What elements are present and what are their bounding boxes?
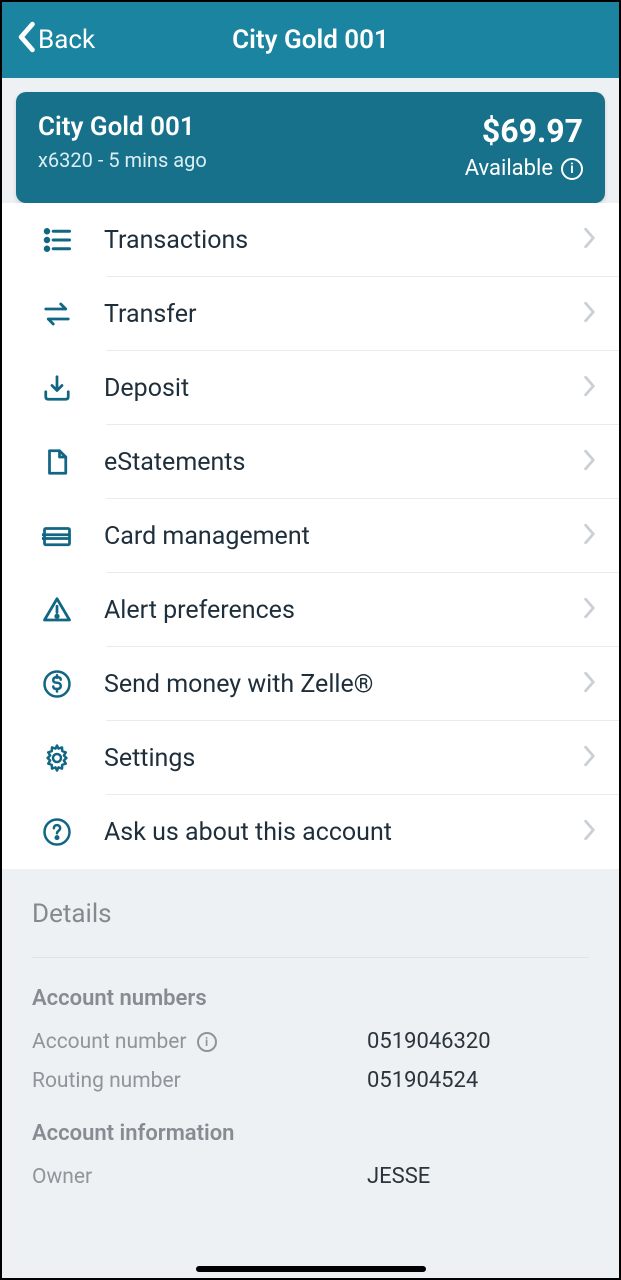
menu-item-alert-preferences[interactable]: Alert preferences (2, 573, 619, 647)
chevron-right-icon (583, 449, 597, 475)
menu-label: Card management (104, 522, 583, 551)
chevron-right-icon (583, 819, 597, 845)
menu-label: Alert preferences (104, 596, 583, 625)
menu-item-deposit[interactable]: Deposit (2, 351, 619, 425)
alert-icon (40, 593, 74, 627)
account-number-value: 0519046320 (367, 1029, 491, 1054)
chevron-right-icon (583, 597, 597, 623)
chevron-right-icon (583, 523, 597, 549)
details-section: Details Account numbers Account number i… (2, 869, 619, 1203)
menu-item-settings[interactable]: Settings (2, 721, 619, 795)
menu-item-transactions[interactable]: Transactions (2, 203, 619, 277)
menu-label: Send money with Zelle® (104, 670, 583, 699)
info-icon[interactable]: i (197, 1032, 217, 1052)
card-icon (40, 519, 74, 553)
menu-item-card-management[interactable]: Card management (2, 499, 619, 573)
account-balance: $69.97 (482, 112, 583, 150)
chevron-left-icon (16, 21, 36, 60)
deposit-icon (40, 371, 74, 405)
account-number-label: Account number (32, 1030, 187, 1054)
account-subtitle: x6320 - 5 mins ago (38, 148, 207, 172)
chevron-right-icon (583, 671, 597, 697)
page-title: City Gold 001 (232, 25, 389, 55)
details-title: Details (32, 899, 589, 958)
back-button[interactable]: Back (16, 21, 95, 60)
chevron-right-icon (583, 301, 597, 327)
owner-label: Owner (32, 1165, 92, 1189)
menu-label: Deposit (104, 374, 583, 403)
menu-label: Transfer (104, 300, 583, 329)
dollar-circle-icon (40, 667, 74, 701)
question-circle-icon (40, 815, 74, 849)
account-name: City Gold 001 (38, 112, 207, 142)
menu-label: Transactions (104, 226, 583, 255)
home-indicator[interactable] (196, 1266, 426, 1272)
chevron-right-icon (583, 745, 597, 771)
document-icon (40, 445, 74, 479)
menu-label: Ask us about this account (104, 818, 583, 847)
chevron-right-icon (583, 375, 597, 401)
account-number-row: Account number i 0519046320 (32, 1029, 589, 1054)
menu-item-ask-us[interactable]: Ask us about this account (2, 795, 619, 869)
menu-item-estatements[interactable]: eStatements (2, 425, 619, 499)
owner-value: JESSE (367, 1164, 430, 1189)
account-summary-card: City Gold 001 x6320 - 5 mins ago $69.97 … (16, 92, 605, 203)
chevron-right-icon (583, 227, 597, 253)
info-icon[interactable]: i (561, 158, 583, 180)
menu-list: Transactions Transfer Deposit eStatement… (2, 203, 619, 869)
routing-number-label: Routing number (32, 1069, 181, 1093)
routing-number-value: 051904524 (367, 1068, 478, 1093)
account-numbers-title: Account numbers (32, 986, 589, 1011)
transfer-icon (40, 297, 74, 331)
navbar: Back City Gold 001 (2, 2, 619, 78)
menu-item-send-zelle[interactable]: Send money with Zelle® (2, 647, 619, 721)
account-info-title: Account information (32, 1121, 589, 1146)
list-icon (40, 223, 74, 257)
routing-number-row: Routing number 051904524 (32, 1068, 589, 1093)
owner-row: Owner JESSE (32, 1164, 589, 1189)
gear-icon (40, 741, 74, 775)
menu-item-transfer[interactable]: Transfer (2, 277, 619, 351)
back-label: Back (38, 25, 95, 55)
menu-label: Settings (104, 744, 583, 773)
menu-label: eStatements (104, 448, 583, 477)
available-label: Available (465, 156, 553, 181)
